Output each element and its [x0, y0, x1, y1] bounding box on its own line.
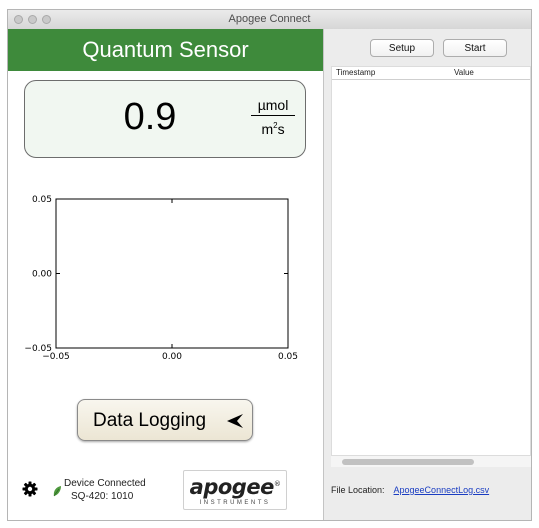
data-logging-label: Data Logging	[93, 410, 207, 431]
zoom-window-button[interactable]	[42, 15, 51, 24]
minimize-window-button[interactable]	[28, 15, 37, 24]
log-panel: Setup Start Timestamp Value File Locatio…	[324, 29, 531, 520]
y-tick-label: −0.05	[24, 344, 52, 354]
status-line-1: Device Connected	[64, 478, 146, 489]
x-tick-label: 0.00	[162, 352, 182, 362]
leaf-icon	[53, 486, 61, 497]
sensor-title: Quantum Sensor	[8, 29, 323, 71]
horizontal-scrollbar[interactable]	[331, 456, 531, 467]
start-button[interactable]: Start	[443, 39, 507, 57]
file-location-label: File Location:	[331, 485, 385, 495]
logo-word: apogee	[189, 475, 275, 499]
reading-units: µmol m2s	[247, 97, 299, 137]
logo-registered-mark: ®	[273, 480, 281, 488]
unit-fraction-bar	[251, 115, 295, 116]
setup-button[interactable]: Setup	[370, 39, 434, 57]
window-title: Apogee Connect	[228, 13, 311, 25]
file-location-link[interactable]: ApogeeConnectLog.csv	[394, 485, 490, 495]
reading-value: 0.9	[123, 96, 177, 138]
plot-area	[55, 198, 289, 349]
column-header-timestamp[interactable]: Timestamp	[336, 67, 375, 79]
logo-subtitle: INSTRUMENTS	[199, 500, 271, 506]
unit-numerator: µmol	[257, 97, 289, 113]
x-tick-label: 0.05	[278, 352, 298, 362]
title-bar: Apogee Connect	[8, 10, 531, 30]
log-table-header: Timestamp Value	[332, 67, 530, 80]
connection-status: Device Connected SQ-420: 1010	[64, 477, 146, 503]
close-window-button[interactable]	[14, 15, 23, 24]
unit-denominator-tail: s	[277, 121, 285, 137]
reading-display: 0.9 µmol m2s	[24, 80, 306, 158]
scrollbar-thumb[interactable]	[342, 459, 474, 465]
gear-icon[interactable]	[22, 481, 38, 497]
sensor-panel: Quantum Sensor 0.9 µmol m2s −0.05 0.00 0.0…	[8, 29, 323, 520]
y-tick-label: 0.05	[32, 195, 52, 205]
file-location: File Location: ApogeeConnectLog.csv	[331, 485, 489, 495]
app-window: Apogee Connect Quantum Sensor 0.9 µmol m…	[7, 9, 532, 521]
y-tick-label: 0.00	[32, 270, 52, 280]
chevron-left-icon	[227, 414, 243, 428]
unit-denominator-base: m	[261, 121, 274, 137]
live-chart: −0.05 0.00 0.050.050.00−0.05	[24, 195, 298, 362]
column-header-value[interactable]: Value	[454, 67, 474, 79]
data-logging-button[interactable]: Data Logging	[77, 399, 253, 441]
apogee-logo: apogee® INSTRUMENTS	[183, 470, 287, 510]
status-line-2: SQ-420: 1010	[71, 491, 134, 502]
log-table: Timestamp Value	[331, 66, 531, 456]
unit-denominator: m2s	[247, 118, 299, 137]
